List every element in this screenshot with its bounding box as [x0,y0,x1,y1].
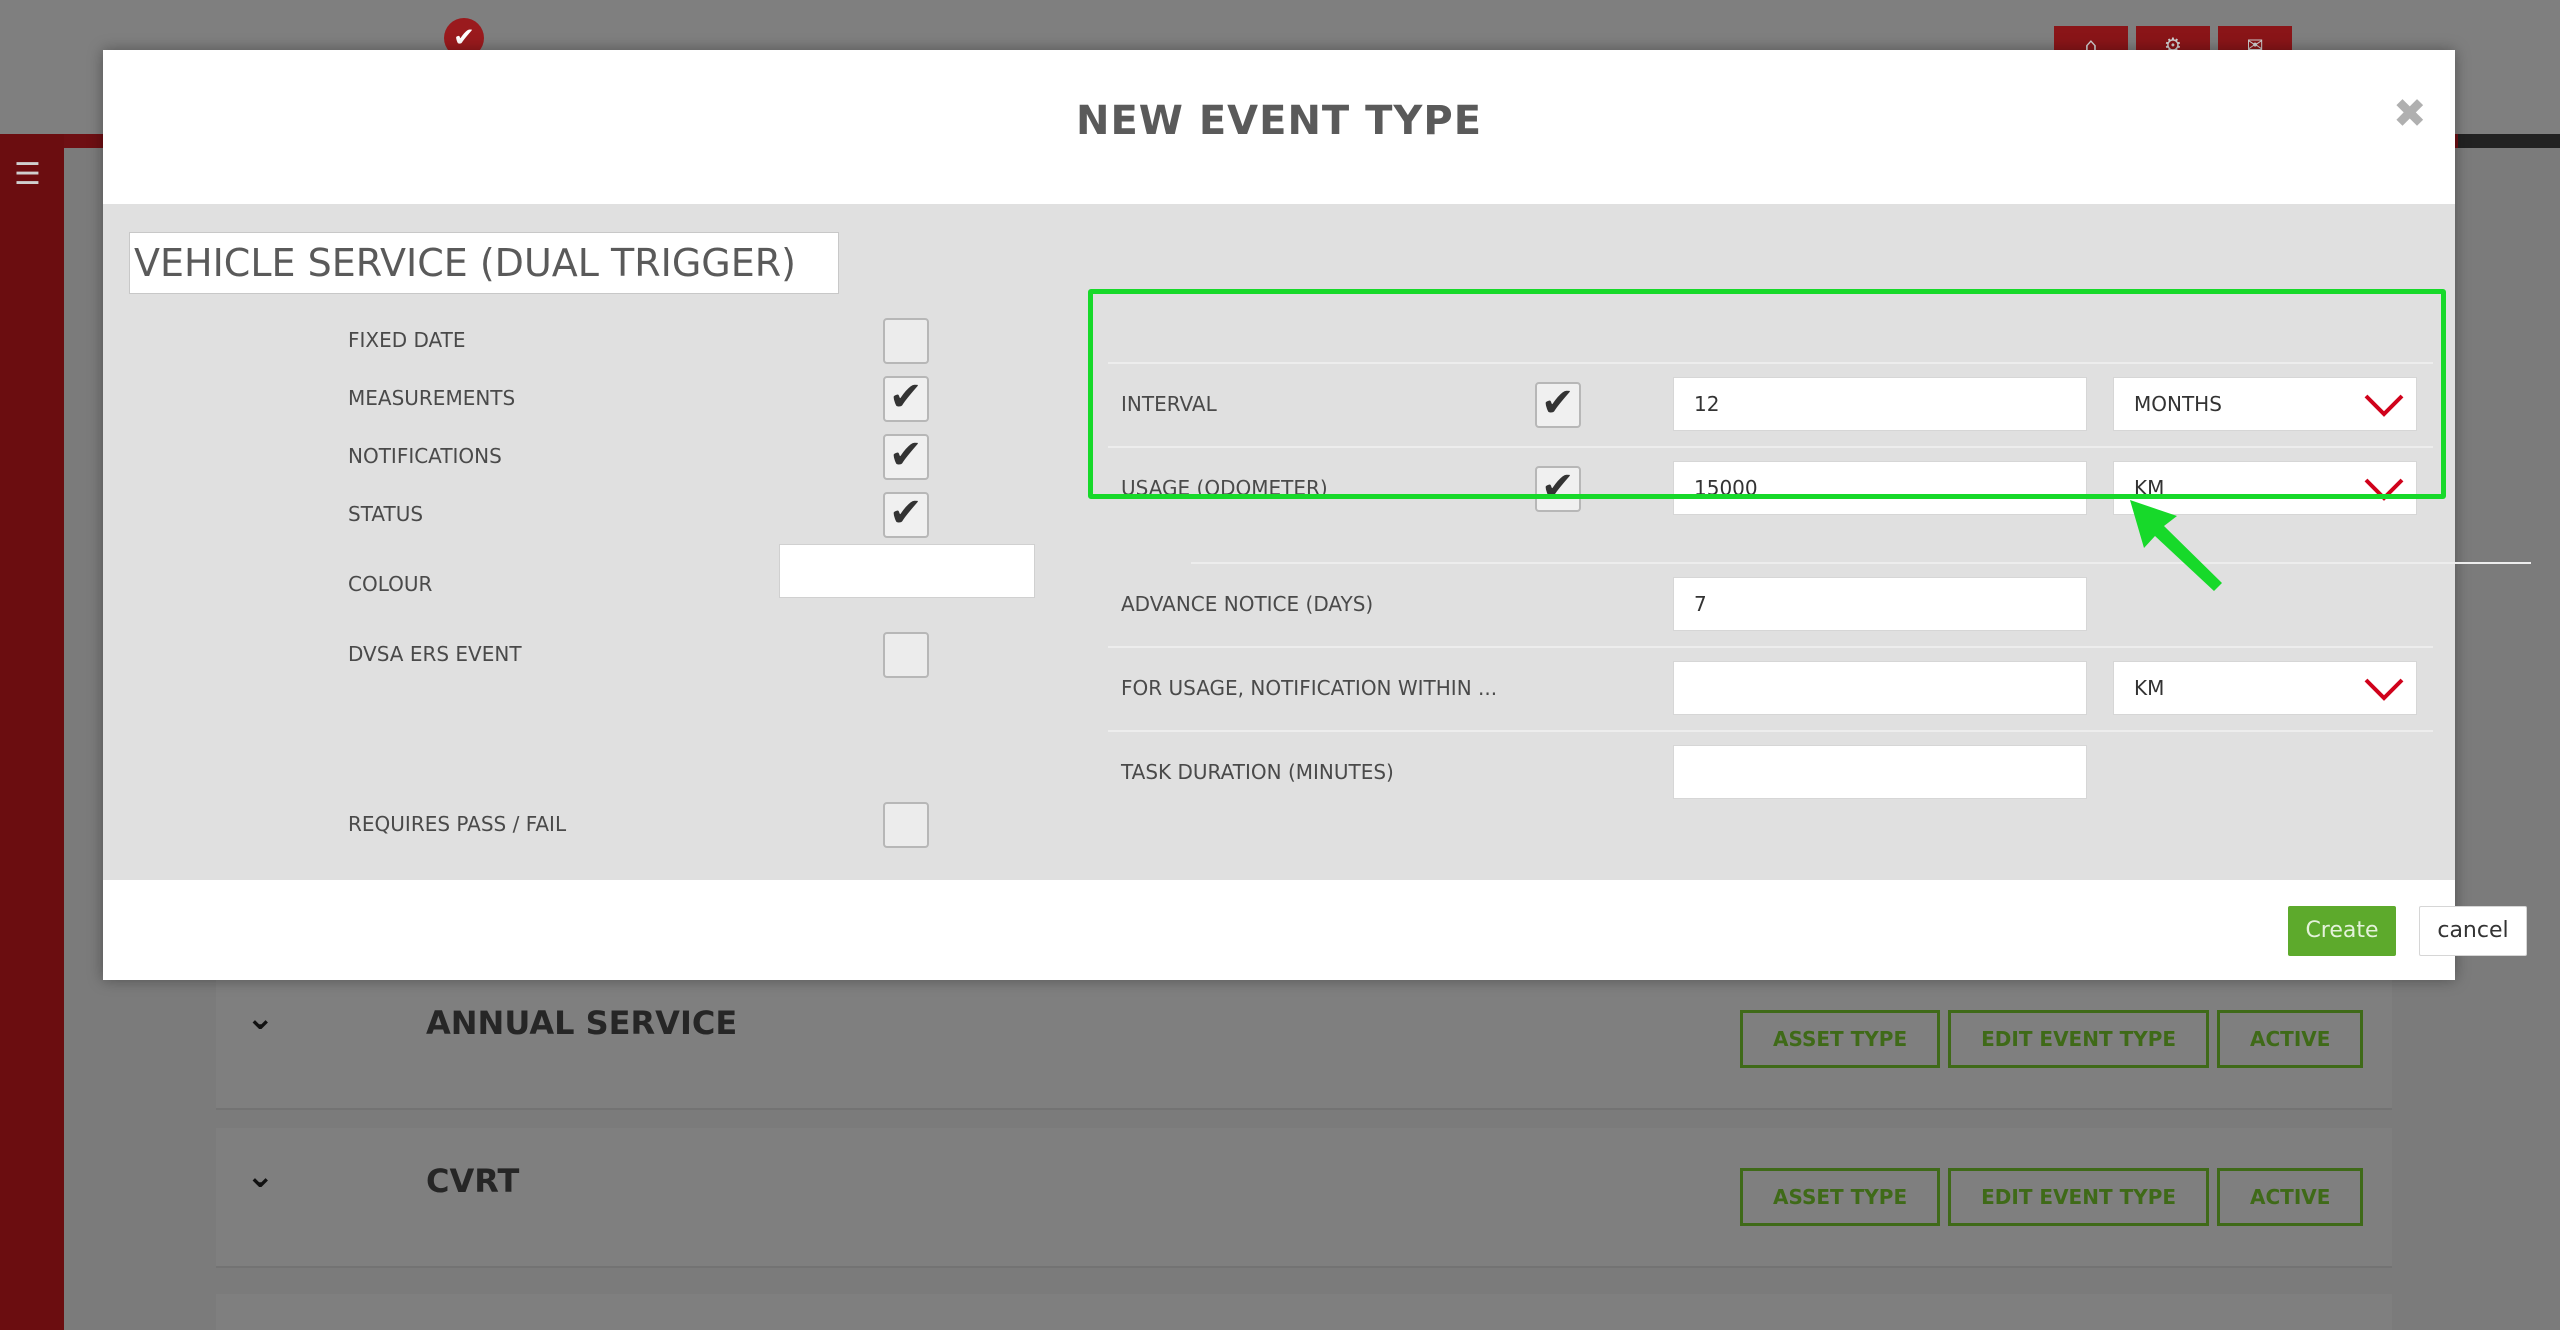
notifications-checkbox[interactable]: ✔ [883,432,929,480]
chevron-down-icon[interactable]: ⌄ [246,1156,275,1196]
colour-input[interactable] [779,544,1035,598]
checkmark-icon: ✔ [889,490,923,536]
advance-notice-input[interactable]: 7 [1673,577,2087,631]
event-name-input[interactable]: VEHICLE SERVICE (DUAL TRIGGER) [129,232,839,294]
measurements-label: MEASUREMENTS [348,386,516,410]
colour-label: COLOUR [348,572,433,596]
highlight-annotation-box [1088,289,2446,499]
close-icon[interactable]: ✖ [2393,94,2427,134]
active-button[interactable]: ACTIVE [2217,1168,2364,1226]
modal-title: NEW EVENT TYPE [1075,98,1483,144]
modal-footer [103,880,2455,980]
event-row-annual-service: ⌄ ANNUAL SERVICE ASSET TYPE EDIT EVENT T… [216,970,2392,1110]
row-divider [1108,646,2433,648]
modal-header: NEW EVENT TYPE ✖ [103,50,2455,204]
event-title: CVRT [426,1162,520,1200]
sidebar [0,134,64,1330]
edit-event-type-button[interactable]: EDIT EVENT TYPE [1948,1168,2210,1226]
advance-notice-label: ADVANCE NOTICE (DAYS) [1121,592,1374,616]
create-button[interactable]: Create [2288,906,2396,956]
usage-notification-label: FOR USAGE, NOTIFICATION WITHIN ... [1121,676,1498,700]
event-row-partial [216,1294,2392,1330]
event-title: ANNUAL SERVICE [426,1004,738,1042]
usage-notification-input[interactable] [1673,661,2087,715]
row-divider [1191,562,2531,564]
menu-icon[interactable]: ☰ [14,160,41,190]
annotation-arrow-icon [2130,500,2222,591]
task-duration-label: TASK DURATION (MINUTES) [1121,760,1394,784]
edit-event-type-button[interactable]: EDIT EVENT TYPE [1948,1010,2210,1068]
checkmark-icon: ✔ [889,432,923,478]
dvsa-ers-event-label: DVSA ERS EVENT [348,642,522,666]
event-row-cvrt: ⌄ CVRT ASSET TYPE EDIT EVENT TYPE ACTIVE [216,1128,2392,1268]
requires-pass-fail-checkbox[interactable] [883,802,929,848]
fixed-date-label: FIXED DATE [348,328,466,352]
measurements-checkbox[interactable]: ✔ [883,374,929,422]
active-button[interactable]: ACTIVE [2217,1010,2364,1068]
cancel-button[interactable]: cancel [2419,906,2527,956]
chevron-down-icon [2364,678,2404,701]
status-label: STATUS [348,502,424,526]
task-duration-input[interactable] [1673,745,2087,799]
status-checkbox[interactable]: ✔ [883,490,929,538]
checkmark-icon: ✔ [889,374,923,420]
usage-notification-unit-select[interactable]: KM [2113,661,2417,715]
requires-pass-fail-label: REQUIRES PASS / FAIL [348,812,567,836]
asset-type-button[interactable]: ASSET TYPE [1740,1168,1941,1226]
asset-type-button[interactable]: ASSET TYPE [1740,1010,1941,1068]
dvsa-ers-event-checkbox[interactable] [883,632,929,678]
header-divider-dark [2458,134,2560,148]
row-divider [1108,730,2433,732]
usage-notification-unit-value: KM [2134,676,2165,700]
new-event-type-modal: NEW EVENT TYPE ✖ VEHICLE SERVICE (DUAL T… [103,50,2531,980]
fixed-date-checkbox[interactable] [883,318,929,364]
chevron-down-icon[interactable]: ⌄ [246,998,275,1038]
notifications-label: NOTIFICATIONS [348,444,502,468]
